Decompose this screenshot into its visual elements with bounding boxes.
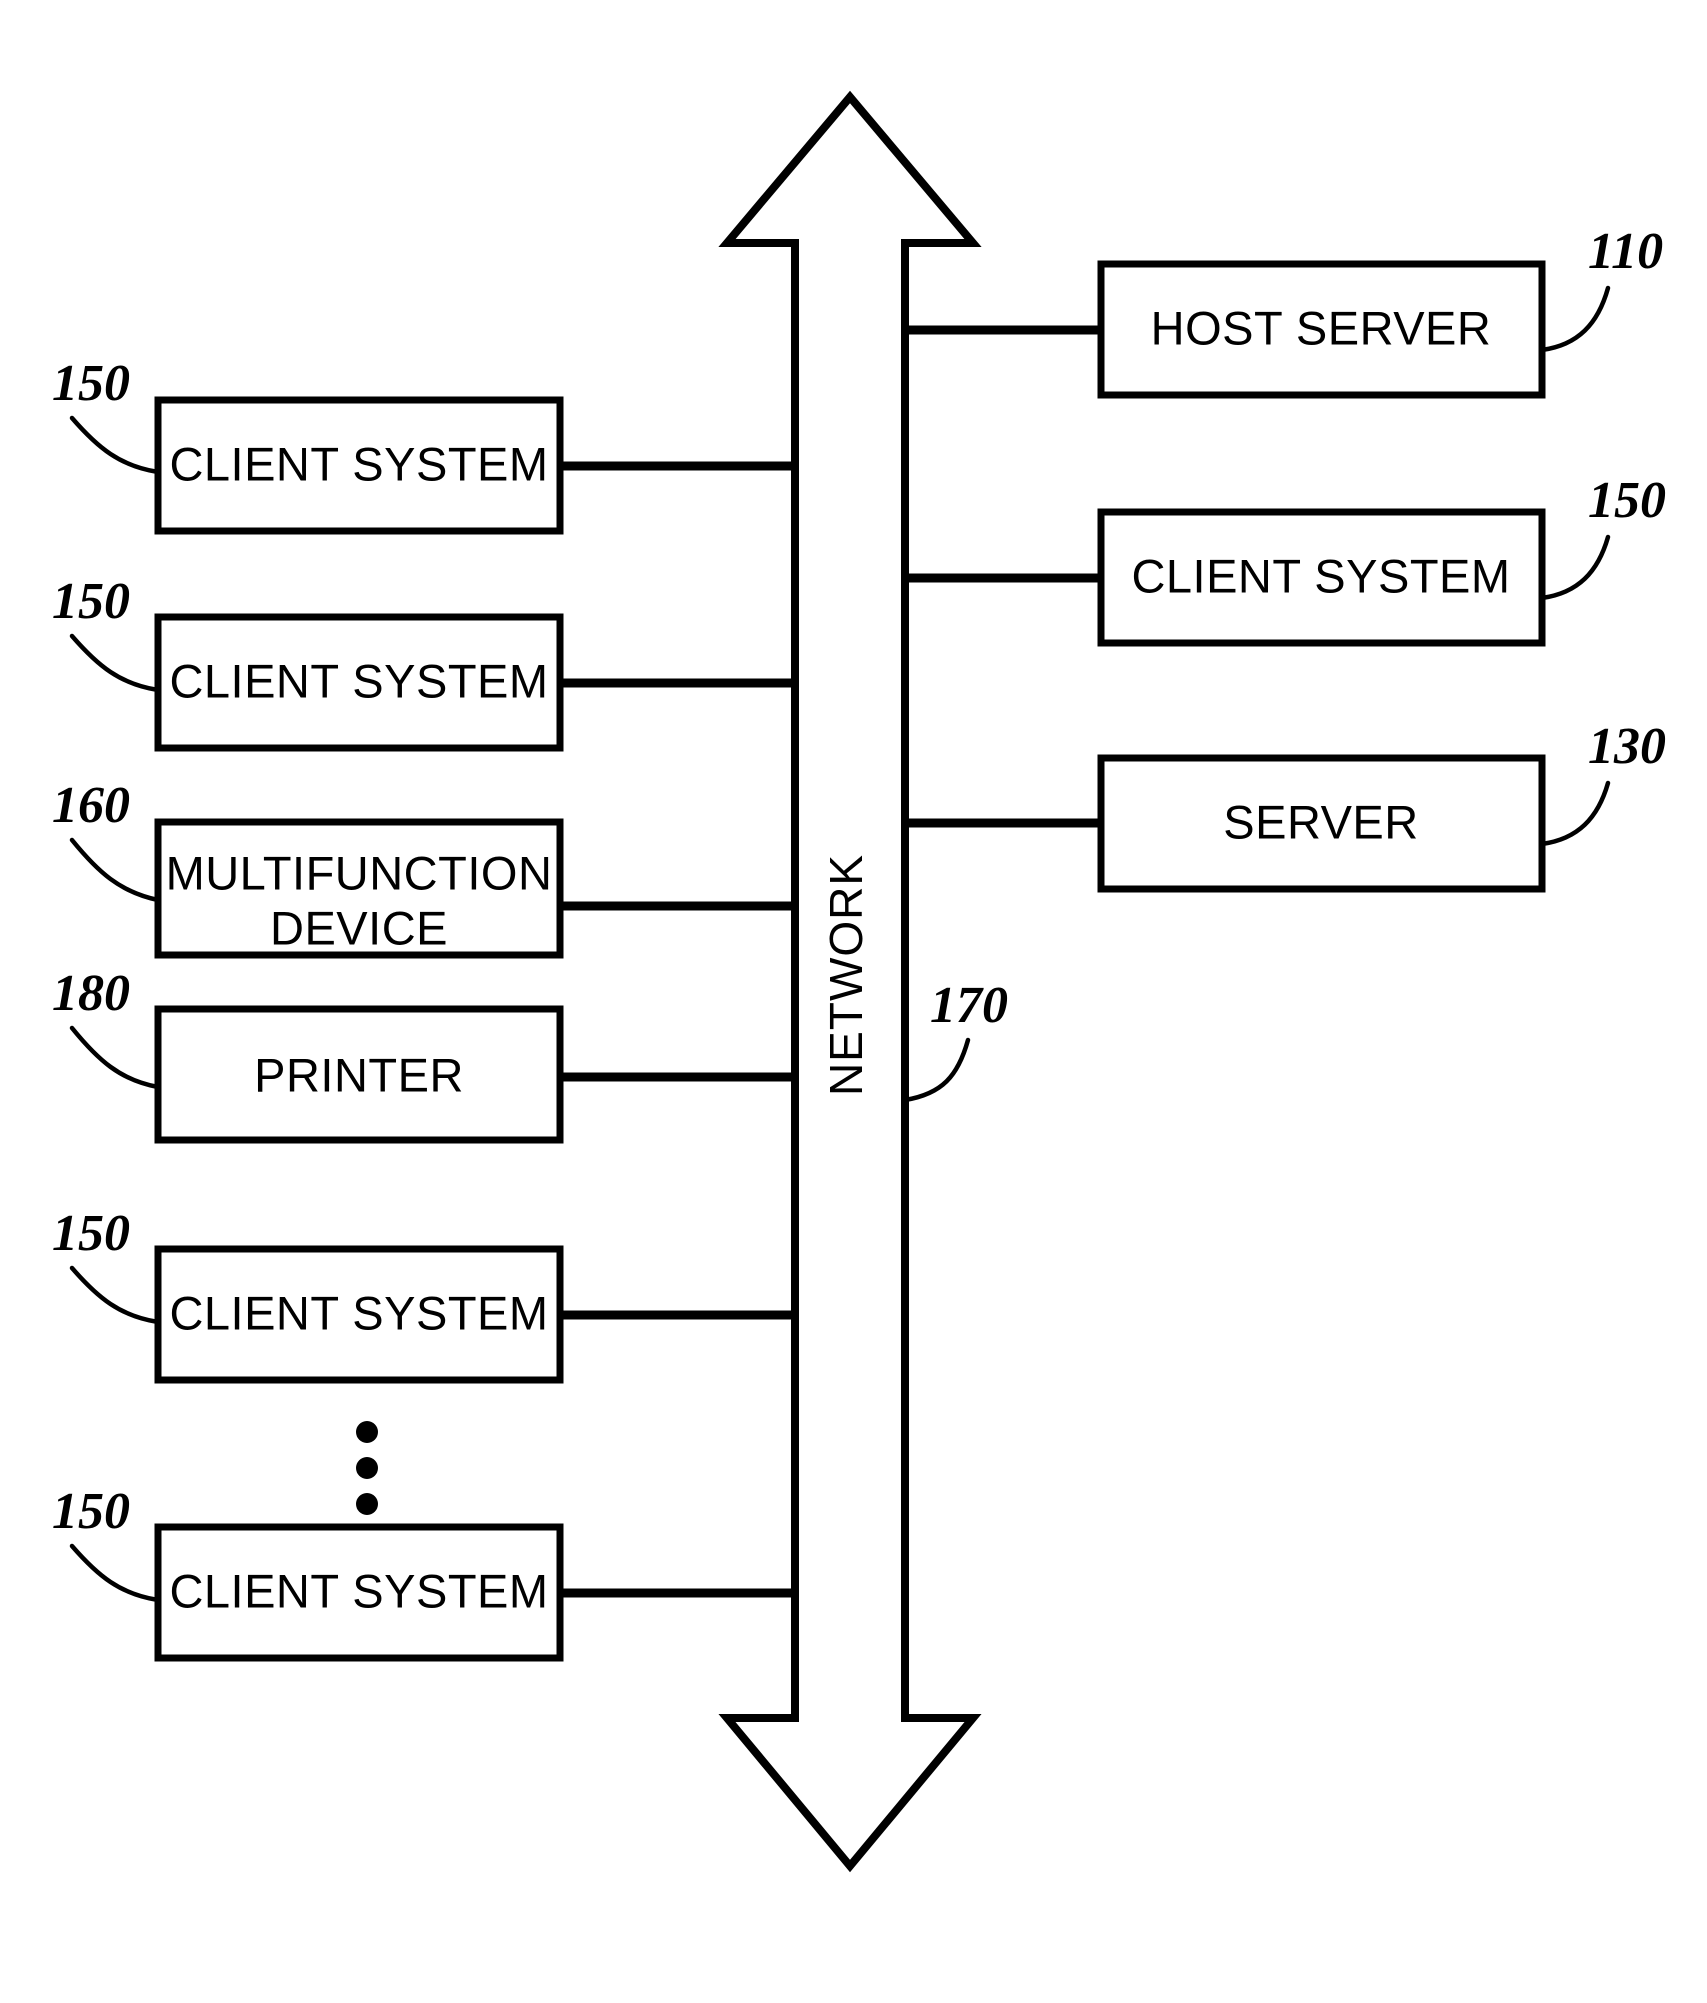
leader-line	[69, 633, 161, 693]
node-label: CLIENT SYSTEM	[169, 1286, 548, 1339]
ref-numeral: 110	[1588, 223, 1663, 280]
node-label: HOST SERVER	[1151, 301, 1492, 354]
ref-numeral: 170	[930, 977, 1008, 1034]
ref-callout-150-a: 150	[52, 355, 161, 475]
node-multifunction-device[interactable]: MULTIFUNCTION DEVICE	[154, 818, 564, 959]
node-server[interactable]: SERVER	[1097, 754, 1546, 893]
leader-line	[69, 1543, 161, 1603]
node-printer[interactable]: PRINTER	[154, 1005, 564, 1144]
ref-callout-130: 130	[1539, 718, 1666, 847]
ref-numeral: 130	[1588, 718, 1666, 775]
ref-callout-110: 110	[1539, 223, 1663, 353]
node-label: CLIENT SYSTEM	[169, 1564, 548, 1617]
node-client-system-4[interactable]: CLIENT SYSTEM	[154, 1523, 564, 1662]
ref-numeral: 180	[52, 965, 130, 1022]
ref-callout-170-network: 170	[902, 977, 1008, 1103]
ref-numeral: 150	[1588, 472, 1666, 529]
node-label: CLIENT SYSTEM	[1131, 549, 1510, 602]
reference-numerals-left: 150 150 160 180 150 150	[52, 355, 161, 1603]
node-client-system-right[interactable]: CLIENT SYSTEM	[1097, 508, 1546, 647]
ref-numeral: 160	[52, 777, 130, 834]
node-label: CLIENT SYSTEM	[169, 654, 548, 707]
ref-callout-160: 160	[52, 777, 161, 903]
ref-callout-150-right: 150	[1539, 472, 1666, 601]
node-label: SERVER	[1223, 795, 1418, 848]
node-label-line-1: MULTIFUNCTION	[166, 846, 553, 899]
ref-numeral: 150	[52, 573, 130, 630]
ref-numeral: 150	[52, 1483, 130, 1540]
node-label-line-2: DEVICE	[270, 901, 448, 954]
node-label: CLIENT SYSTEM	[169, 437, 548, 490]
ellipsis-dot	[356, 1421, 378, 1443]
ref-callout-150-c: 150	[52, 1205, 161, 1325]
leader-line	[902, 1037, 971, 1103]
ellipsis-dot	[356, 1457, 378, 1479]
leader-line	[1539, 534, 1611, 601]
right-column: HOST SERVER CLIENT SYSTEM SERVER	[1097, 260, 1546, 893]
ref-numeral: 150	[52, 355, 130, 412]
ellipsis-dot	[356, 1493, 378, 1515]
ref-numeral: 150	[52, 1205, 130, 1262]
leader-line	[1539, 780, 1611, 847]
leader-line	[69, 1025, 161, 1090]
leader-line	[69, 1265, 161, 1325]
ref-callout-150-d: 150	[52, 1483, 161, 1603]
leader-line	[69, 415, 161, 475]
node-client-system-3[interactable]: CLIENT SYSTEM	[154, 1245, 564, 1384]
network-label-group: NETWORK	[820, 854, 872, 1096]
ref-callout-180: 180	[52, 965, 161, 1090]
node-client-system-2[interactable]: CLIENT SYSTEM	[154, 613, 564, 752]
node-label: PRINTER	[254, 1048, 464, 1101]
leader-line	[1539, 285, 1611, 353]
node-client-system-1[interactable]: CLIENT SYSTEM	[154, 396, 564, 535]
network-label: NETWORK	[820, 854, 872, 1096]
leader-line	[69, 837, 161, 903]
node-host-server[interactable]: HOST SERVER	[1097, 260, 1546, 399]
figure-root: CLIENT SYSTEM CLIENT SYSTEM MULTIFUNCTIO…	[0, 0, 1707, 2003]
vertical-ellipsis-icon	[356, 1421, 378, 1515]
ref-callout-150-b: 150	[52, 573, 161, 693]
network-diagram: CLIENT SYSTEM CLIENT SYSTEM MULTIFUNCTIO…	[52, 90, 1666, 1873]
